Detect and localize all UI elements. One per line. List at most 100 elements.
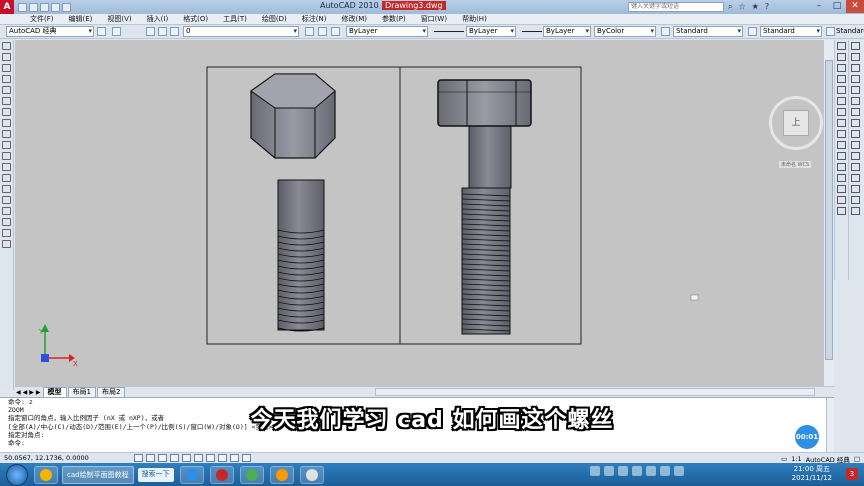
lock-icon[interactable] [170, 27, 179, 36]
layer-manager-icon[interactable] [112, 27, 121, 36]
multiline-text-icon[interactable] [2, 240, 11, 248]
tab-layout2[interactable]: 布局2 [96, 387, 126, 397]
last-tab-icon[interactable]: ▶ [36, 389, 41, 396]
maximize-icon[interactable]: □ [828, 0, 846, 13]
dyn-toggle-icon[interactable] [218, 454, 227, 462]
search-input[interactable]: 键入关键字或短语 [628, 2, 724, 12]
spline-icon[interactable] [2, 130, 11, 138]
move-icon[interactable] [837, 97, 846, 105]
array-icon[interactable] [837, 86, 846, 94]
continue-dim-icon[interactable] [851, 152, 860, 160]
diameter-dim-icon[interactable] [851, 108, 860, 116]
layer-select[interactable]: 0 [183, 26, 299, 37]
stretch-icon[interactable] [837, 130, 846, 138]
save-file-icon[interactable] [40, 2, 49, 12]
circle-icon[interactable] [2, 108, 11, 116]
pinned-app[interactable] [269, 465, 294, 484]
quick-properties-toggle-icon[interactable] [242, 454, 251, 462]
ellipse-arc-icon[interactable] [2, 152, 11, 160]
open-file-icon[interactable] [29, 2, 38, 12]
insert-block-icon[interactable] [2, 163, 11, 171]
fillet-icon[interactable] [837, 196, 846, 204]
radius-dim-icon[interactable] [851, 86, 860, 94]
tolerance-icon[interactable] [851, 163, 860, 171]
taskbar-clock[interactable]: 21:00 周五 2021/11/12 [792, 465, 832, 483]
center-mark-icon[interactable] [851, 174, 860, 182]
close-icon[interactable]: ✕ [846, 0, 864, 13]
construction-line-icon[interactable] [2, 53, 11, 61]
start-button[interactable] [6, 463, 28, 486]
layer-state-icon[interactable] [331, 27, 340, 36]
break-icon[interactable] [837, 163, 846, 171]
new-file-icon[interactable] [18, 2, 27, 12]
next-tab-icon[interactable]: ▶ [29, 389, 34, 396]
make-current-layer-icon[interactable] [305, 27, 314, 36]
model-space-icon[interactable]: ▭ [781, 455, 787, 463]
dim-update-icon[interactable] [851, 196, 860, 204]
taskbar-window-browser[interactable]: cad绘制平面图教程 [62, 465, 134, 484]
ordinate-dim-icon[interactable] [851, 75, 860, 83]
scale-icon[interactable] [837, 119, 846, 127]
dim-style-select[interactable]: Standard [760, 26, 822, 37]
horizontal-scrollbar[interactable] [375, 388, 815, 396]
vertical-scroll-thumb[interactable] [825, 60, 833, 360]
workspace-settings-icon[interactable] [97, 27, 106, 36]
network-icon[interactable] [674, 466, 684, 476]
trim-icon[interactable] [837, 141, 846, 149]
text-style-select[interactable]: Standard [673, 26, 743, 37]
dim-style-manager-icon[interactable] [851, 207, 860, 215]
hatch-icon[interactable] [2, 196, 11, 204]
menu-item-10[interactable]: 窗口(W) [421, 14, 447, 24]
bolt-front-right[interactable] [437, 79, 532, 335]
menu-item-11[interactable]: 帮助(H) [462, 14, 487, 24]
tray-icon[interactable] [590, 466, 600, 476]
color-select[interactable]: ByLayer [346, 26, 428, 37]
menu-item-0[interactable]: 文件(F) [30, 14, 54, 24]
chamfer-icon[interactable] [837, 185, 846, 193]
join-icon[interactable] [837, 174, 846, 182]
menu-item-6[interactable]: 绘图(D) [262, 14, 287, 24]
communication-icon[interactable]: ☆ [738, 2, 745, 12]
pinned-app[interactable] [179, 465, 204, 484]
lightbulb-icon[interactable] [146, 27, 155, 36]
menu-item-1[interactable]: 编辑(E) [69, 14, 93, 24]
tab-layout1[interactable]: 布局1 [67, 387, 96, 397]
menu-item-8[interactable]: 修改(M) [341, 14, 367, 24]
menu-item-9[interactable]: 参数(P) [382, 14, 406, 24]
table-style-label[interactable]: Standard [836, 27, 864, 35]
volume-icon[interactable] [660, 466, 670, 476]
annotation-scale[interactable]: 1:1 [791, 455, 801, 463]
bolt-3d-left[interactable] [250, 73, 336, 332]
menu-item-2[interactable]: 视图(V) [107, 14, 131, 24]
angular-dim-icon[interactable] [851, 119, 860, 127]
extend-icon[interactable] [837, 152, 846, 160]
line-tool-icon[interactable] [2, 42, 11, 50]
command-prompt[interactable]: 命令: [8, 439, 834, 447]
snap-toggle-icon[interactable] [134, 454, 143, 462]
tray-icon[interactable] [618, 466, 628, 476]
pinned-app[interactable] [239, 465, 264, 484]
layer-previous-icon[interactable] [318, 27, 327, 36]
pinned-app[interactable] [299, 465, 324, 484]
rotate-icon[interactable] [837, 108, 846, 116]
point-icon[interactable] [2, 185, 11, 193]
linear-dim-icon[interactable] [851, 42, 860, 50]
jogged-dim-icon[interactable] [851, 97, 860, 105]
plotstyle-select[interactable]: ByColor [594, 26, 656, 37]
help-icon[interactable]: ? [765, 2, 769, 12]
notification-badge[interactable]: 3 [846, 468, 858, 480]
region-icon[interactable] [2, 218, 11, 226]
search-icon[interactable]: ⌕ [728, 2, 732, 12]
quick-dim-icon[interactable] [851, 130, 860, 138]
menu-item-3[interactable]: 插入(I) [147, 14, 169, 24]
pinned-app[interactable] [34, 465, 58, 484]
text-style-icon[interactable] [661, 27, 670, 36]
polyline-icon[interactable] [2, 64, 11, 72]
grid-toggle-icon[interactable] [146, 454, 155, 462]
wcs-menu[interactable]: 未命名 WCS [779, 161, 812, 168]
lineweight-select[interactable]: ByLayer [543, 26, 591, 37]
first-tab-icon[interactable]: ◀ [16, 389, 21, 396]
arc-length-icon[interactable] [851, 64, 860, 72]
rectangle-icon[interactable] [2, 86, 11, 94]
polar-toggle-icon[interactable] [170, 454, 179, 462]
